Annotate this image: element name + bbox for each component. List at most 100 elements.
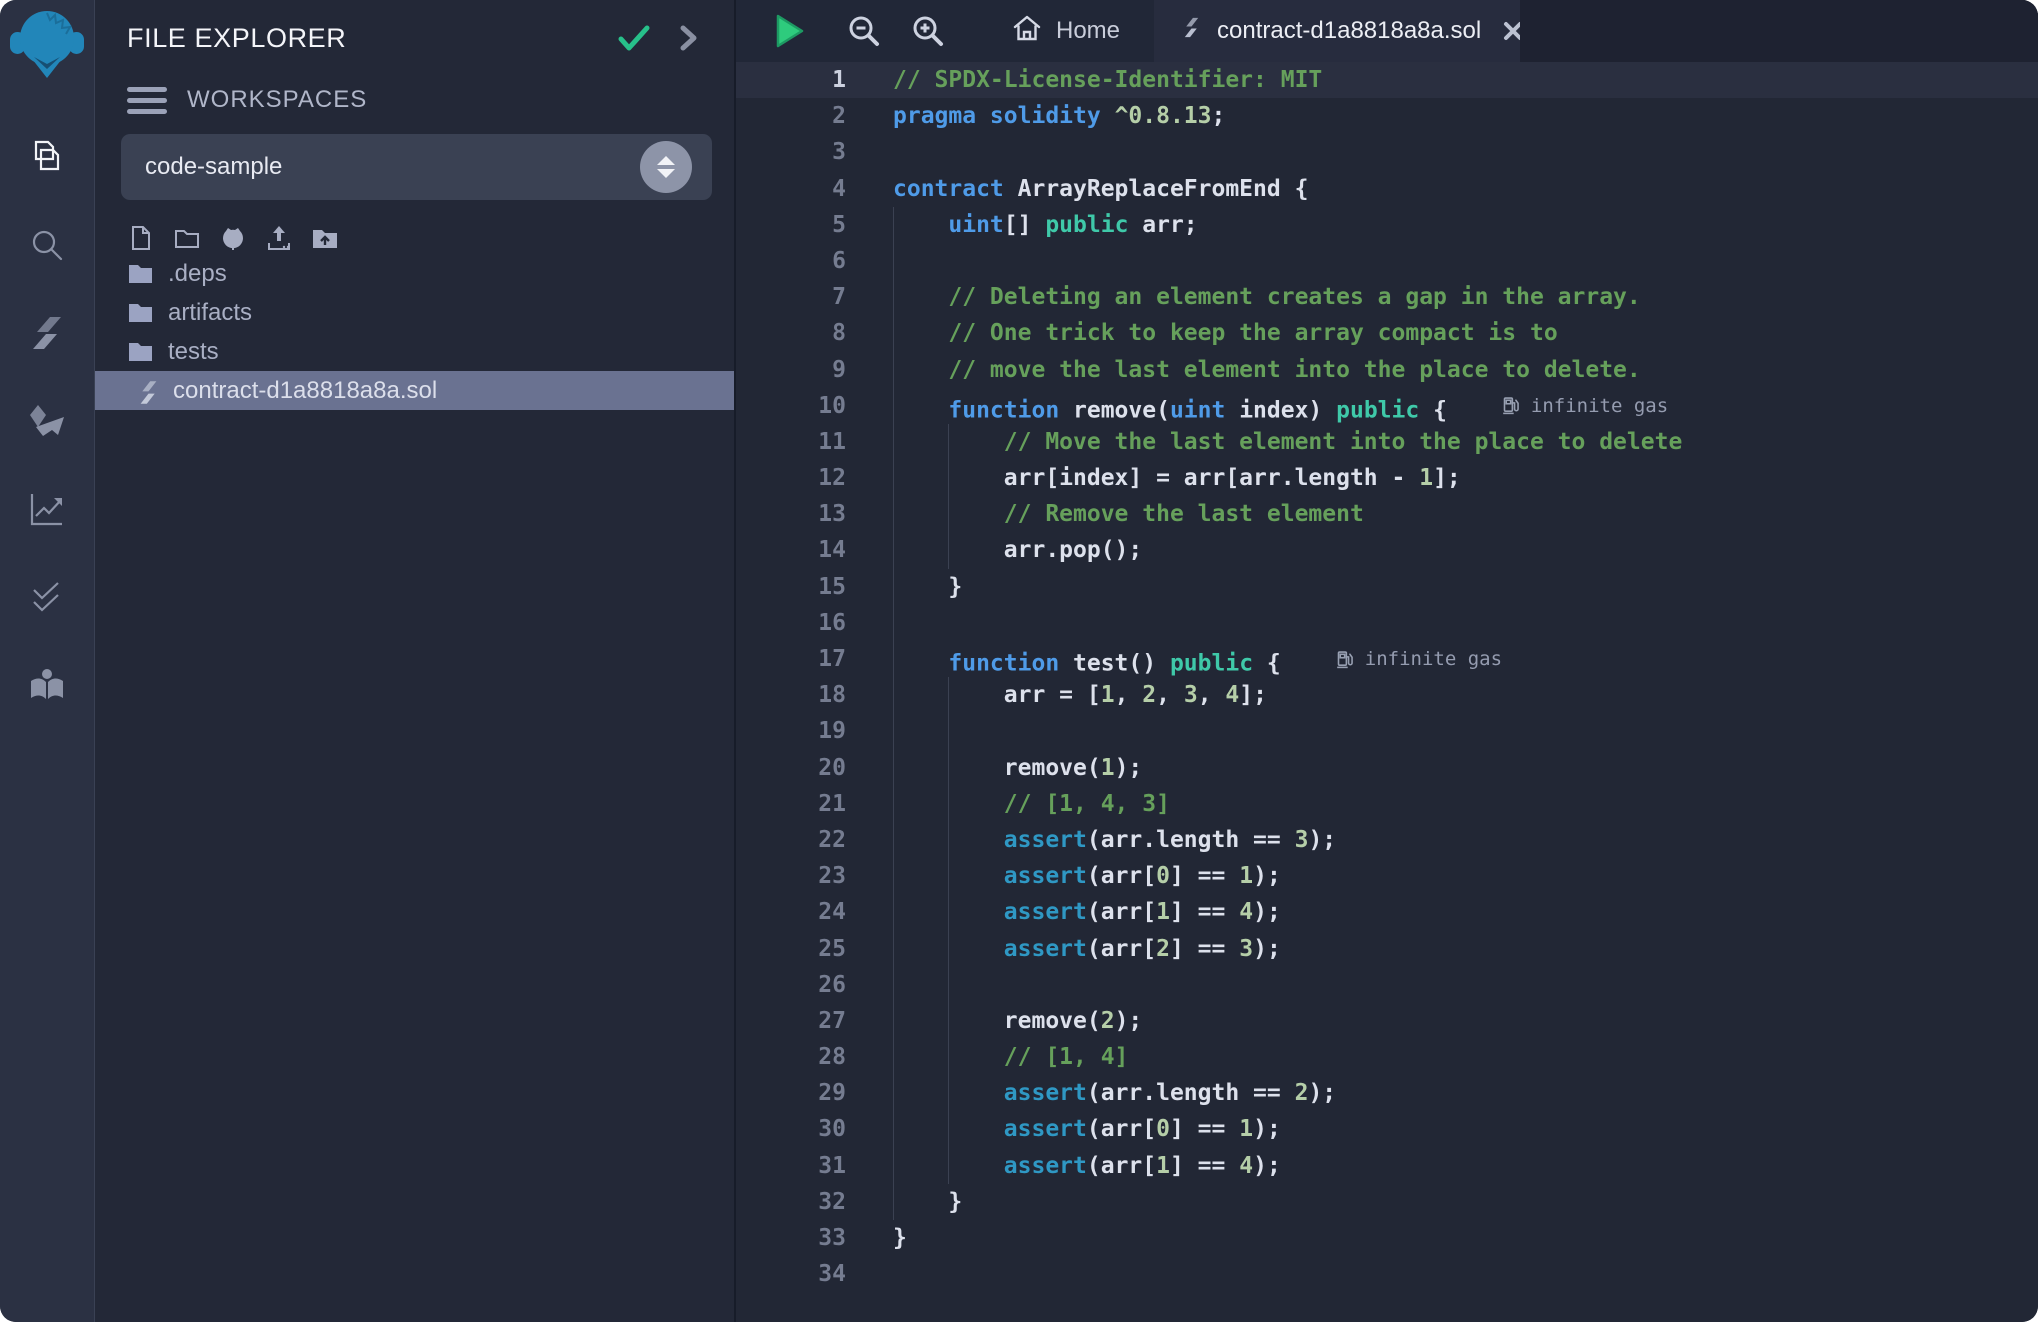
unit-testing-icon[interactable]	[24, 575, 70, 619]
code-line[interactable]: 13 // Remove the last element	[736, 496, 2038, 532]
statistics-icon[interactable]	[24, 487, 70, 531]
gas-estimate-label: infinite gas	[1531, 388, 1668, 424]
tab-active-file[interactable]: contract-d1a8818a8a.sol	[1154, 0, 1520, 62]
chevron-right-icon[interactable]	[668, 18, 708, 58]
line-number: 16	[736, 605, 846, 641]
learneth-icon[interactable]	[24, 663, 70, 707]
rail-icon-list	[24, 135, 70, 707]
tab-file-label: contract-d1a8818a8a.sol	[1217, 17, 1481, 45]
code-line[interactable]: 2pragma solidity ^0.8.13;	[736, 98, 2038, 134]
folder-label: tests	[168, 338, 219, 366]
folder-row[interactable]: tests	[95, 332, 734, 371]
solidity-compiler-icon[interactable]	[24, 311, 70, 355]
workspace-name: code-sample	[145, 153, 640, 181]
github-icon[interactable]	[217, 222, 249, 254]
code-area[interactable]: 1// SPDX-License-Identifier: MIT2pragma …	[736, 62, 2038, 1322]
folder-label: artifacts	[168, 299, 252, 327]
code-line[interactable]: 6	[736, 243, 2038, 279]
line-content: // Remove the last element	[846, 496, 2038, 532]
line-number: 9	[736, 352, 846, 388]
line-number: 28	[736, 1039, 846, 1075]
file-explorer-icon[interactable]	[24, 135, 70, 179]
line-number: 4	[736, 171, 846, 207]
workspace-select-knob-icon[interactable]	[640, 141, 692, 193]
code-line[interactable]: 3	[736, 134, 2038, 170]
workspaces-row: WORKSPACES	[95, 58, 734, 114]
line-content: function remove(uint index) public {infi…	[846, 388, 2038, 424]
code-line[interactable]: 30 assert(arr[0] == 1);	[736, 1111, 2038, 1147]
search-icon[interactable]	[24, 223, 70, 267]
solidity-file-icon	[135, 379, 159, 403]
line-content: }	[846, 1184, 2038, 1220]
code-line[interactable]: 28 // [1, 4]	[736, 1039, 2038, 1075]
file-explorer-header: FILE EXPLORER	[95, 0, 734, 58]
folder-row[interactable]: artifacts	[95, 293, 734, 332]
file-row-selected[interactable]: contract-d1a8818a8a.sol	[95, 371, 734, 410]
line-content	[846, 713, 2038, 749]
folder-icon	[127, 299, 154, 326]
code-line[interactable]: 32 }	[736, 1184, 2038, 1220]
line-content: arr = [1, 2, 3, 4];	[846, 677, 2038, 713]
line-content: // [1, 4]	[846, 1039, 2038, 1075]
code-line[interactable]: 26	[736, 967, 2038, 1003]
workspaces-label: WORKSPACES	[187, 86, 367, 114]
code-line[interactable]: 8 // One trick to keep the array compact…	[736, 315, 2038, 351]
code-line[interactable]: 1// SPDX-License-Identifier: MIT	[736, 62, 2038, 98]
gas-estimate-label: infinite gas	[1365, 641, 1502, 677]
code-line[interactable]: 31 assert(arr[1] == 4);	[736, 1148, 2038, 1184]
code-line[interactable]: 34	[736, 1256, 2038, 1292]
zoom-out-icon[interactable]	[844, 11, 884, 51]
code-line[interactable]: 4contract ArrayReplaceFromEnd {	[736, 171, 2038, 207]
line-number: 14	[736, 532, 846, 568]
code-line[interactable]: 7 // Deleting an element creates a gap i…	[736, 279, 2038, 315]
upload-folder-icon[interactable]	[309, 222, 341, 254]
new-folder-icon[interactable]	[171, 222, 203, 254]
folder-label: .deps	[168, 260, 227, 288]
code-line[interactable]: 14 arr.pop();	[736, 532, 2038, 568]
folder-row[interactable]: .deps	[95, 254, 734, 293]
file-toolbar	[95, 200, 734, 254]
code-line[interactable]: 11 // Move the last element into the pla…	[736, 424, 2038, 460]
code-line[interactable]: 19	[736, 713, 2038, 749]
gas-estimate-badge: infinite gas	[1335, 641, 1502, 677]
code-line[interactable]: 12 arr[index] = arr[arr.length - 1];	[736, 460, 2038, 496]
line-content: assert(arr[0] == 1);	[846, 858, 2038, 894]
line-content: uint[] public arr;	[846, 207, 2038, 243]
run-script-icon[interactable]	[766, 9, 810, 53]
workspaces-menu-icon[interactable]	[127, 87, 167, 114]
code-line[interactable]: 21 // [1, 4, 3]	[736, 786, 2038, 822]
line-content: assert(arr.length == 3);	[846, 822, 2038, 858]
check-icon[interactable]	[614, 18, 654, 58]
code-line[interactable]: 22 assert(arr.length == 3);	[736, 822, 2038, 858]
code-line[interactable]: 24 assert(arr[1] == 4);	[736, 894, 2038, 930]
panel-title: FILE EXPLORER	[127, 23, 600, 54]
remix-logo[interactable]	[9, 5, 85, 85]
line-content	[846, 243, 2038, 279]
code-line[interactable]: 20 remove(1);	[736, 750, 2038, 786]
new-file-icon[interactable]	[125, 222, 157, 254]
upload-file-icon[interactable]	[263, 222, 295, 254]
tab-home[interactable]: Home	[972, 13, 1154, 50]
code-line[interactable]: 5 uint[] public arr;	[736, 207, 2038, 243]
line-number: 18	[736, 677, 846, 713]
line-number: 25	[736, 931, 846, 967]
code-line[interactable]: 10 function remove(uint index) public {i…	[736, 388, 2038, 424]
line-number: 27	[736, 1003, 846, 1039]
code-line[interactable]: 18 arr = [1, 2, 3, 4];	[736, 677, 2038, 713]
line-content: assert(arr.length == 2);	[846, 1075, 2038, 1111]
code-line[interactable]: 15 }	[736, 569, 2038, 605]
line-content: // SPDX-License-Identifier: MIT	[846, 62, 2038, 98]
code-line[interactable]: 9 // move the last element into the plac…	[736, 352, 2038, 388]
workspace-select[interactable]: code-sample	[121, 134, 712, 200]
code-line[interactable]: 17 function test() public {infinite gas	[736, 641, 2038, 677]
code-line[interactable]: 29 assert(arr.length == 2);	[736, 1075, 2038, 1111]
deploy-and-run-icon[interactable]	[24, 399, 70, 443]
code-line[interactable]: 23 assert(arr[0] == 1);	[736, 858, 2038, 894]
zoom-in-icon[interactable]	[908, 11, 948, 51]
code-line[interactable]: 16	[736, 605, 2038, 641]
code-line[interactable]: 27 remove(2);	[736, 1003, 2038, 1039]
code-line[interactable]: 33}	[736, 1220, 2038, 1256]
remix-ide-window: FILE EXPLORER WORKSPACES code-sample	[0, 0, 2038, 1322]
code-line[interactable]: 25 assert(arr[2] == 3);	[736, 931, 2038, 967]
line-number: 5	[736, 207, 846, 243]
